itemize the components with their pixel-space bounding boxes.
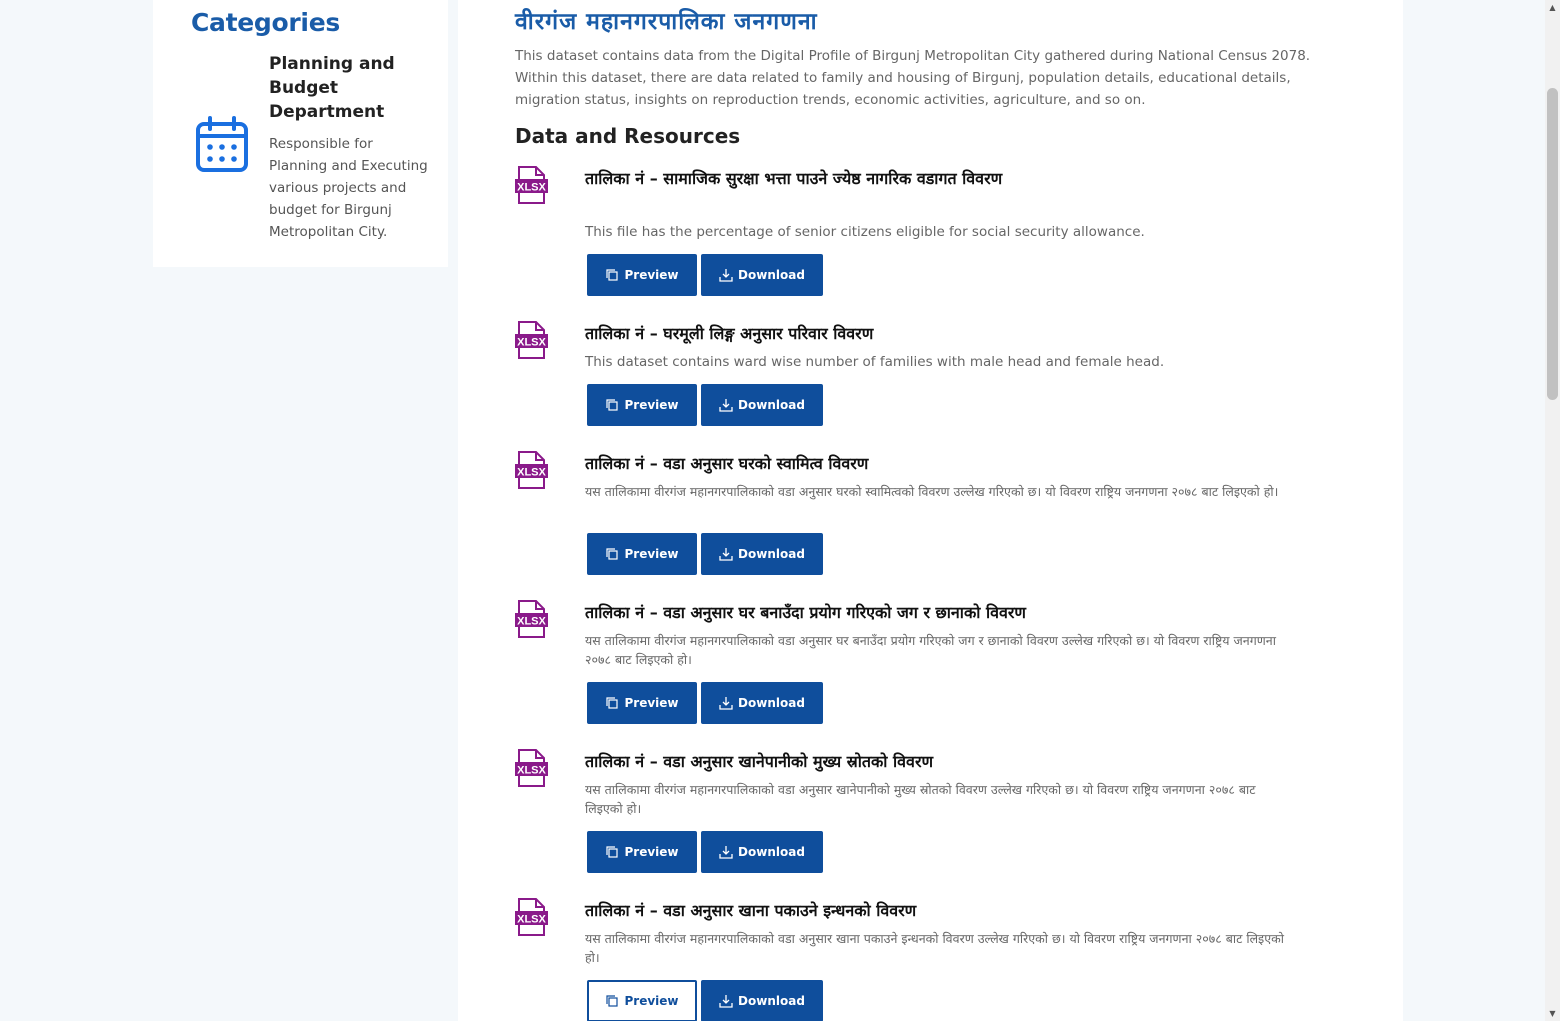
- xlsx-file-icon: XLSX: [515, 898, 548, 936]
- scrollbar-thumb[interactable]: [1547, 88, 1558, 400]
- xlsx-file-icon: XLSX: [515, 451, 548, 489]
- calendar-icon: [196, 116, 248, 172]
- dataset-title: वीरगंज महानगरपालिका जनगणना: [515, 9, 818, 35]
- resource-title[interactable]: तालिका नं – वडा अनुसार खाना पकाउने इन्धन…: [585, 898, 1285, 923]
- svg-text:XLSX: XLSX: [517, 337, 546, 349]
- download-icon: [719, 846, 733, 859]
- copy-icon: [606, 995, 619, 1007]
- preview-button[interactable]: Preview: [587, 980, 697, 1021]
- download-icon: [719, 399, 733, 412]
- resource-title[interactable]: तालिका नं – घरमूली लिङ्ग अनुसार परिवार व…: [585, 321, 1285, 346]
- resource-title[interactable]: तालिका नं – वडा अनुसार खानेपानीको मुख्य …: [585, 749, 1285, 774]
- xlsx-file-icon: XLSX: [515, 600, 548, 638]
- download-button[interactable]: Download: [701, 384, 823, 426]
- download-icon: [719, 697, 733, 710]
- download-label: Download: [738, 696, 805, 710]
- resource-description: यस तालिकामा वीरगंज महानगरपालिकाको वडा अन…: [585, 782, 1256, 816]
- preview-label: Preview: [624, 268, 679, 282]
- download-label: Download: [738, 398, 805, 412]
- copy-icon: [606, 399, 619, 411]
- preview-label: Preview: [624, 398, 679, 412]
- xlsx-file-icon: XLSX: [515, 166, 548, 204]
- preview-label: Preview: [624, 696, 679, 710]
- categories-heading: Categories: [191, 8, 340, 37]
- categories-sidebar: Categories Planning and Budget Departmen…: [153, 0, 448, 267]
- download-label: Download: [738, 845, 805, 859]
- download-icon: [719, 548, 733, 561]
- preview-button[interactable]: Preview: [587, 682, 697, 724]
- download-label: Download: [738, 994, 805, 1008]
- resources-heading: Data and Resources: [515, 124, 741, 148]
- resource-description: This dataset contains ward wise number o…: [585, 354, 1165, 370]
- resource-description: This file has the percentage of senior c…: [585, 224, 1145, 240]
- svg-text:XLSX: XLSX: [517, 182, 546, 194]
- preview-label: Preview: [624, 547, 679, 561]
- download-button[interactable]: Download: [701, 980, 823, 1021]
- organization-name[interactable]: Planning and Budget Department: [269, 52, 429, 124]
- download-button[interactable]: Download: [701, 533, 823, 575]
- download-label: Download: [738, 268, 805, 282]
- resource-title[interactable]: तालिका नं – वडा अनुसार घर बनाउँदा प्रयोग…: [585, 600, 1285, 625]
- preview-button[interactable]: Preview: [587, 533, 697, 575]
- xlsx-file-icon: XLSX: [515, 321, 548, 359]
- scroll-up-arrow-icon[interactable]: ▲: [1548, 3, 1557, 12]
- download-button[interactable]: Download: [701, 831, 823, 873]
- dataset-description: This dataset contains data from the Digi…: [515, 48, 1311, 108]
- copy-icon: [606, 269, 619, 281]
- svg-text:XLSX: XLSX: [517, 616, 546, 628]
- copy-icon: [606, 846, 619, 858]
- preview-button[interactable]: Preview: [587, 831, 697, 873]
- preview-label: Preview: [624, 845, 679, 859]
- preview-button[interactable]: Preview: [587, 254, 697, 296]
- download-button[interactable]: Download: [701, 682, 823, 724]
- download-icon: [719, 269, 733, 282]
- download-button[interactable]: Download: [701, 254, 823, 296]
- svg-text:XLSX: XLSX: [517, 914, 546, 926]
- resource-description: यस तालिकामा वीरगंज महानगरपालिकाको वडा अन…: [585, 633, 1276, 667]
- vertical-scrollbar[interactable]: ▲ ▼: [1545, 0, 1560, 1021]
- organization-description: Responsible for Planning and Executing v…: [269, 136, 428, 240]
- resource-description: यस तालिकामा वीरगंज महानगरपालिकाको वडा अन…: [585, 931, 1284, 965]
- preview-label: Preview: [624, 994, 679, 1008]
- resource-description: यस तालिकामा वीरगंज महानगरपालिकाको वडा अन…: [585, 484, 1279, 499]
- copy-icon: [606, 548, 619, 560]
- svg-text:XLSX: XLSX: [517, 765, 546, 777]
- xlsx-file-icon: XLSX: [515, 749, 548, 787]
- resource-title[interactable]: तालिका नं – वडा अनुसार घरको स्वामित्व वि…: [585, 451, 1285, 476]
- svg-text:XLSX: XLSX: [517, 467, 546, 479]
- download-icon: [719, 995, 733, 1008]
- preview-button[interactable]: Preview: [587, 384, 697, 426]
- dataset-main-panel: वीरगंज महानगरपालिका जनगणना This dataset …: [458, 0, 1403, 1021]
- download-label: Download: [738, 547, 805, 561]
- copy-icon: [606, 697, 619, 709]
- scroll-down-arrow-icon[interactable]: ▼: [1548, 1009, 1557, 1018]
- resource-title[interactable]: तालिका नं – सामाजिक सुरक्षा भत्ता पाउने …: [585, 166, 1285, 191]
